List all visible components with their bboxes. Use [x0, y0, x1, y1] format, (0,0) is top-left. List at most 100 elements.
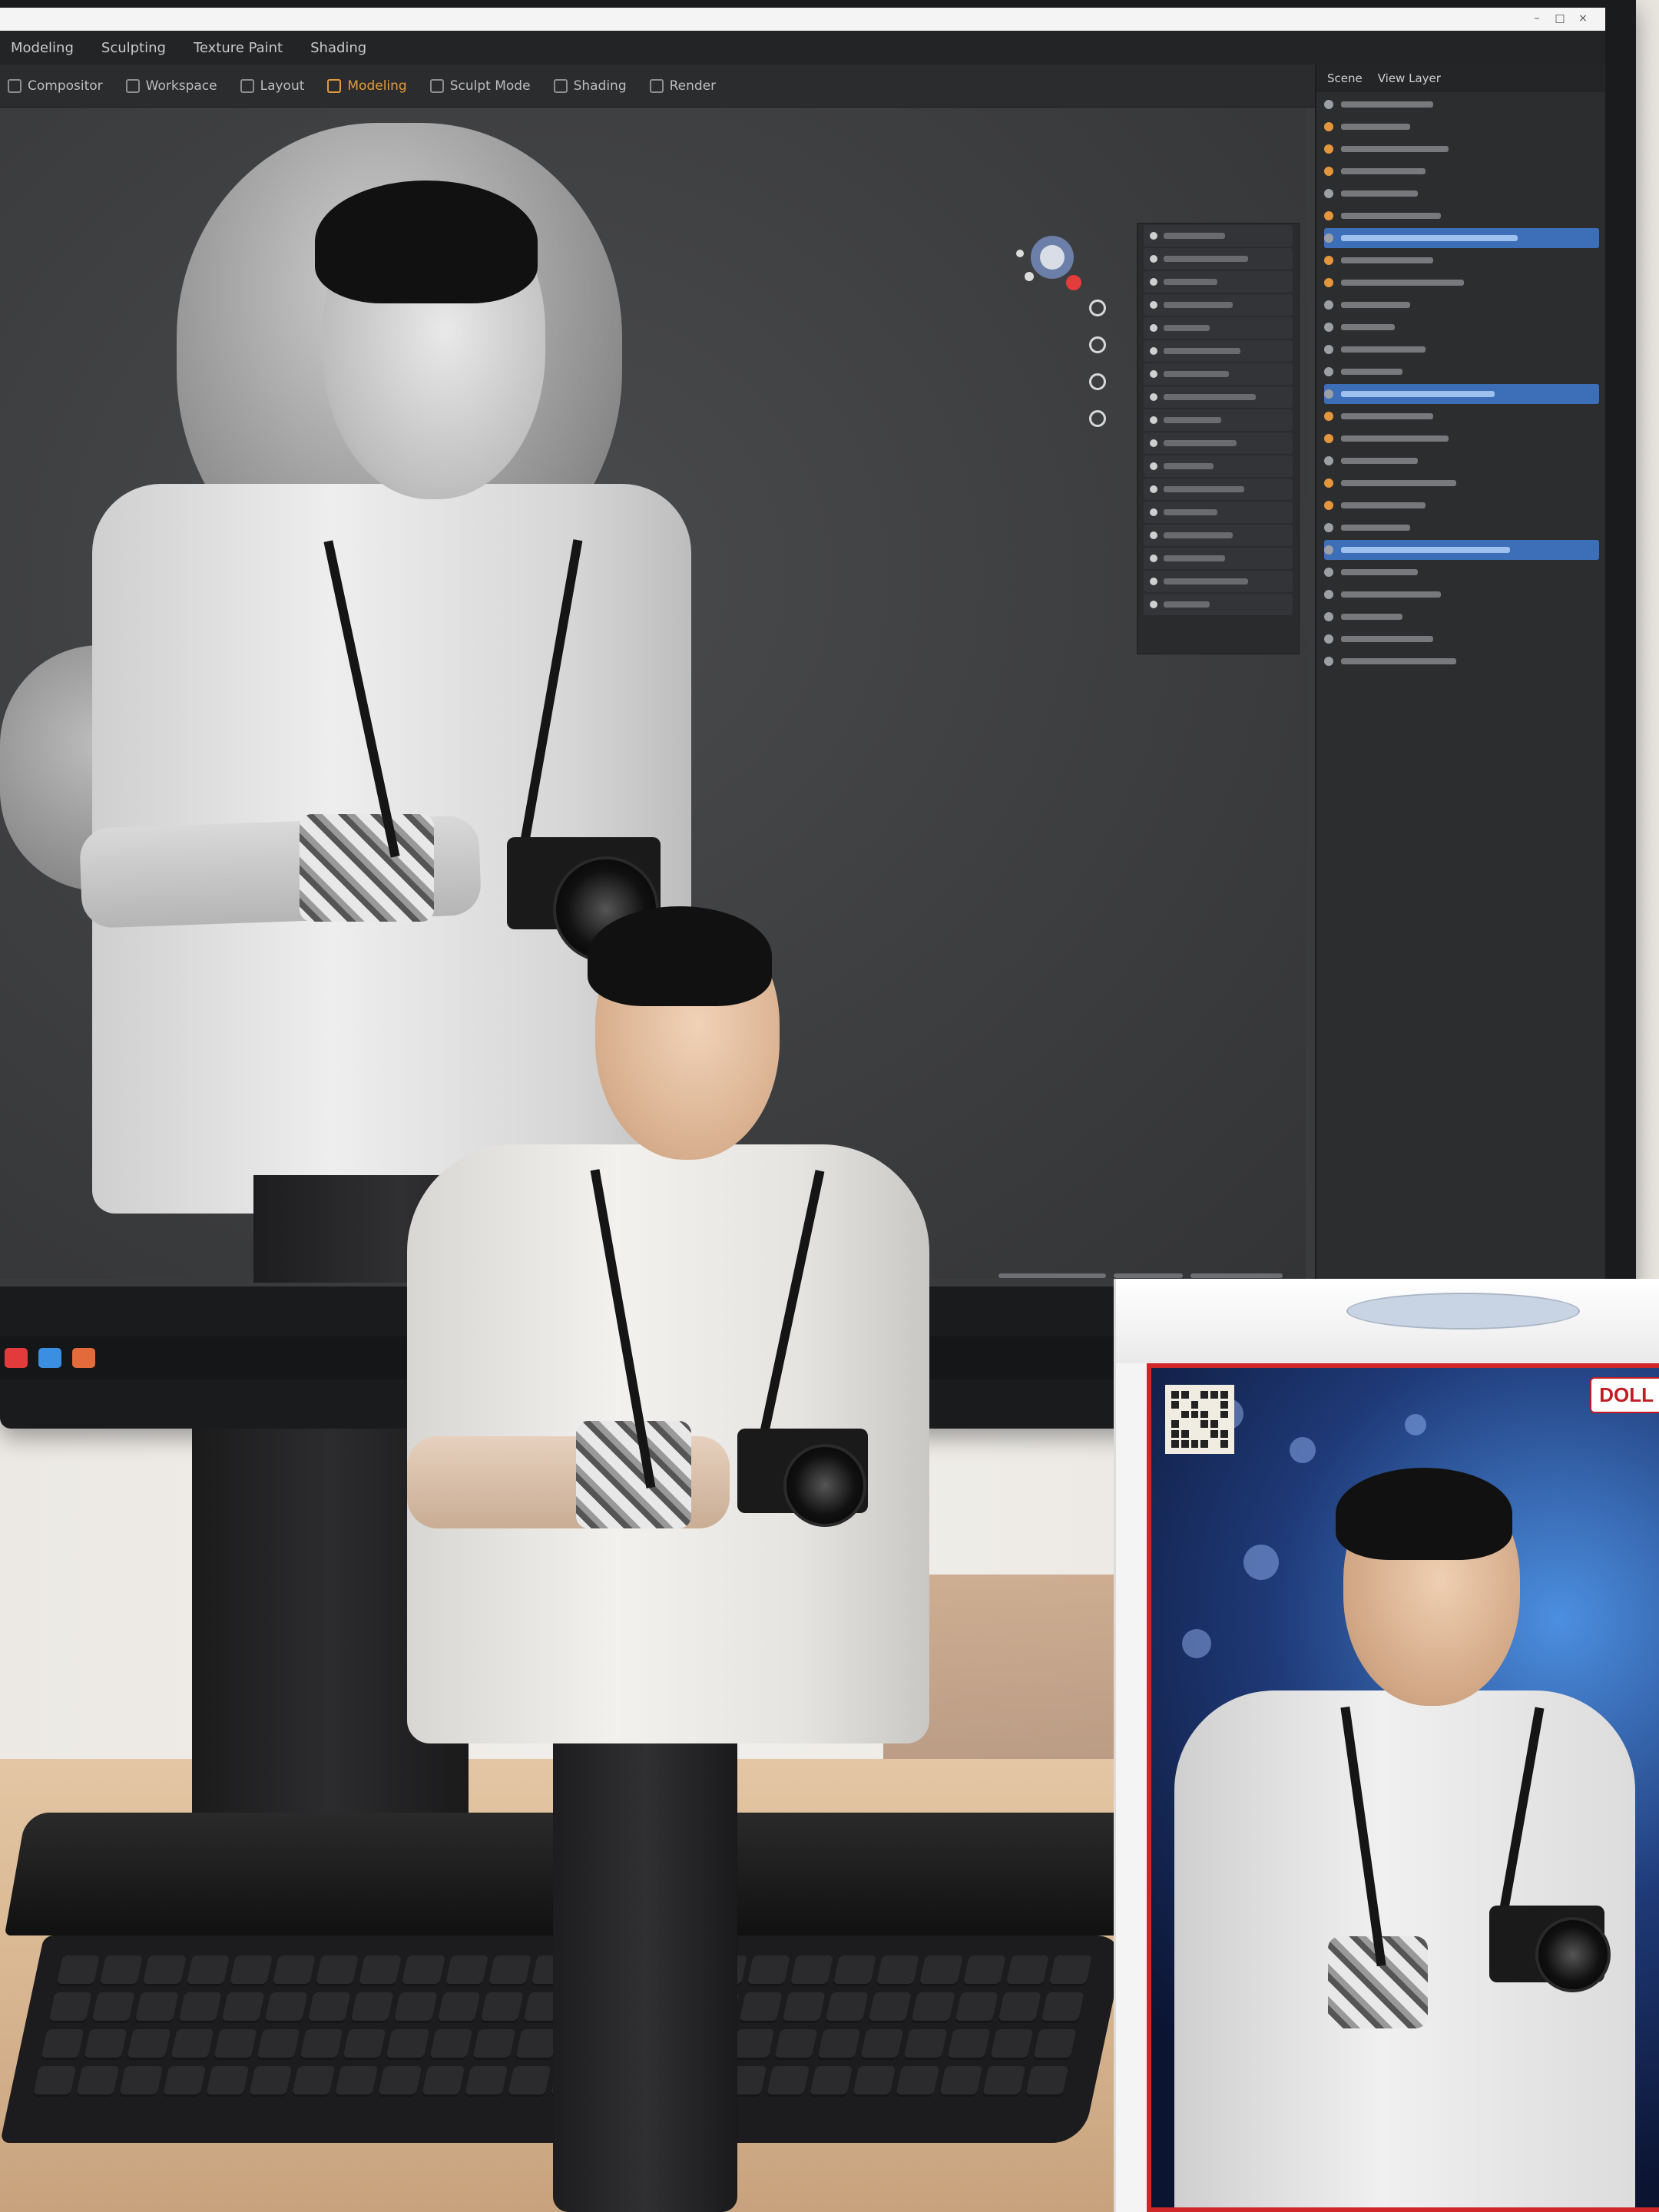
panel-row[interactable]: [1144, 594, 1293, 615]
orientation-gizmo-icon[interactable]: [1006, 223, 1098, 315]
panel-row[interactable]: [1144, 363, 1293, 385]
close-icon[interactable]: ×: [1575, 12, 1591, 25]
camera-icon: [649, 78, 664, 93]
outliner-row-selected[interactable]: [1324, 228, 1599, 248]
taskbar-app-icon[interactable]: [72, 1348, 95, 1368]
outliner-row[interactable]: [1324, 518, 1599, 538]
keyboard-key: [954, 1992, 998, 2023]
outliner-row[interactable]: [1324, 339, 1599, 359]
outliner-row[interactable]: [1324, 295, 1599, 315]
outliner-row[interactable]: [1324, 250, 1599, 270]
keyboard-key: [1005, 1955, 1049, 1986]
layout-icon: [240, 78, 254, 93]
camera-view-icon[interactable]: [1089, 410, 1106, 427]
outliner-row[interactable]: [1324, 206, 1599, 226]
outliner-row[interactable]: [1324, 473, 1599, 493]
workspace-tab[interactable]: Workspace: [125, 78, 217, 94]
workspace-tab[interactable]: Shading: [553, 78, 627, 94]
menu-item[interactable]: Modeling: [11, 40, 74, 56]
outliner-row[interactable]: [1324, 117, 1599, 137]
panel-row[interactable]: [1144, 455, 1293, 477]
panel-row[interactable]: [1144, 317, 1293, 339]
keyboard-key: [939, 2066, 982, 2097]
outliner-row-selected[interactable]: [1324, 540, 1599, 560]
panel-row[interactable]: [1144, 478, 1293, 500]
outliner-row[interactable]: [1324, 362, 1599, 382]
keyboard-key: [48, 1992, 92, 2023]
menu-item[interactable]: Shading: [310, 40, 366, 56]
keyboard-key: [1048, 1955, 1092, 1986]
outliner-row[interactable]: [1324, 94, 1599, 114]
menu-item[interactable]: Sculpting: [101, 40, 166, 56]
outliner-row[interactable]: [1324, 495, 1599, 515]
keyboard-key: [134, 1992, 179, 2023]
workspace-tab[interactable]: Compositor: [8, 78, 103, 94]
outliner-row[interactable]: [1324, 406, 1599, 426]
keyboard-key: [99, 1955, 144, 1986]
panel-row[interactable]: [1144, 248, 1293, 270]
workspace-tab-active[interactable]: Modeling: [327, 78, 407, 94]
panel-row[interactable]: [1144, 225, 1293, 247]
keyboard-key: [307, 1992, 351, 2023]
outliner-row-selected[interactable]: [1324, 384, 1599, 404]
panel-row[interactable]: [1144, 271, 1293, 293]
figurine-pants: [553, 1682, 737, 2212]
outliner-row[interactable]: [1324, 429, 1599, 449]
workspace-tab[interactable]: Render: [649, 78, 716, 94]
keyboard-key: [299, 2029, 343, 2060]
outliner-row[interactable]: [1324, 139, 1599, 159]
outliner-row[interactable]: [1324, 273, 1599, 293]
model-wristband: [300, 814, 434, 922]
panel-row[interactable]: [1144, 294, 1293, 316]
workspace-tab[interactable]: Sculpt Mode: [429, 78, 531, 94]
panel-row[interactable]: [1144, 386, 1293, 408]
panel-row[interactable]: [1144, 340, 1293, 362]
qr-code-icon: [1165, 1385, 1234, 1454]
keyboard-key: [1040, 1992, 1084, 2023]
menu-bar: Modeling Sculpting Texture Paint Shading: [0, 31, 1605, 65]
keyboard-key: [56, 1955, 101, 1986]
workspace-tab[interactable]: Layout: [240, 78, 304, 94]
outliner-row[interactable]: [1324, 562, 1599, 582]
panel-row[interactable]: [1144, 432, 1293, 454]
panel-row[interactable]: [1144, 548, 1293, 569]
taskbar-app-icon[interactable]: [5, 1348, 28, 1368]
panel-row[interactable]: [1144, 525, 1293, 546]
keyboard-key: [343, 2029, 386, 2060]
window-titlebar: – □ ×: [0, 8, 1605, 31]
tab-view-layer[interactable]: View Layer: [1378, 71, 1441, 85]
brand-label: DOLL: [1590, 1377, 1659, 1413]
outliner-row[interactable]: [1324, 629, 1599, 649]
keyboard-key: [75, 2066, 120, 2097]
tab-scene[interactable]: Scene: [1327, 71, 1363, 85]
outliner-row[interactable]: [1324, 651, 1599, 671]
taskbar-app-icon[interactable]: [38, 1348, 61, 1368]
panel-row[interactable]: [1144, 409, 1293, 431]
outliner-row[interactable]: [1324, 184, 1599, 204]
outliner-row[interactable]: [1324, 317, 1599, 337]
keyboard-key: [248, 2066, 293, 2097]
keyboard-key: [334, 2066, 379, 2097]
keyboard-key: [263, 1992, 308, 2023]
product-box: DOLL: [1114, 1279, 1659, 2212]
panel-row[interactable]: [1144, 571, 1293, 592]
zoom-icon[interactable]: [1089, 336, 1106, 353]
maximize-icon[interactable]: □: [1551, 12, 1568, 25]
outliner-row[interactable]: [1324, 607, 1599, 627]
menu-item[interactable]: Texture Paint: [194, 40, 283, 56]
keyboard-key: [982, 2066, 1026, 2097]
keyboard-key: [91, 1992, 135, 2023]
outliner-row[interactable]: [1324, 451, 1599, 471]
zoom-icon[interactable]: [1089, 300, 1106, 316]
keyboard-key: [989, 2029, 1034, 2060]
outliner-row[interactable]: [1324, 584, 1599, 604]
keyboard-key: [162, 2066, 206, 2097]
outliner-row[interactable]: [1324, 161, 1599, 181]
layers-icon: [8, 78, 22, 93]
keyboard-key: [127, 2029, 171, 2060]
keyboard-key: [350, 1992, 394, 2023]
panel-row[interactable]: [1144, 502, 1293, 523]
keyboard-key: [1025, 2066, 1069, 2097]
minimize-icon[interactable]: –: [1528, 12, 1545, 25]
pan-hand-icon[interactable]: [1089, 373, 1106, 390]
